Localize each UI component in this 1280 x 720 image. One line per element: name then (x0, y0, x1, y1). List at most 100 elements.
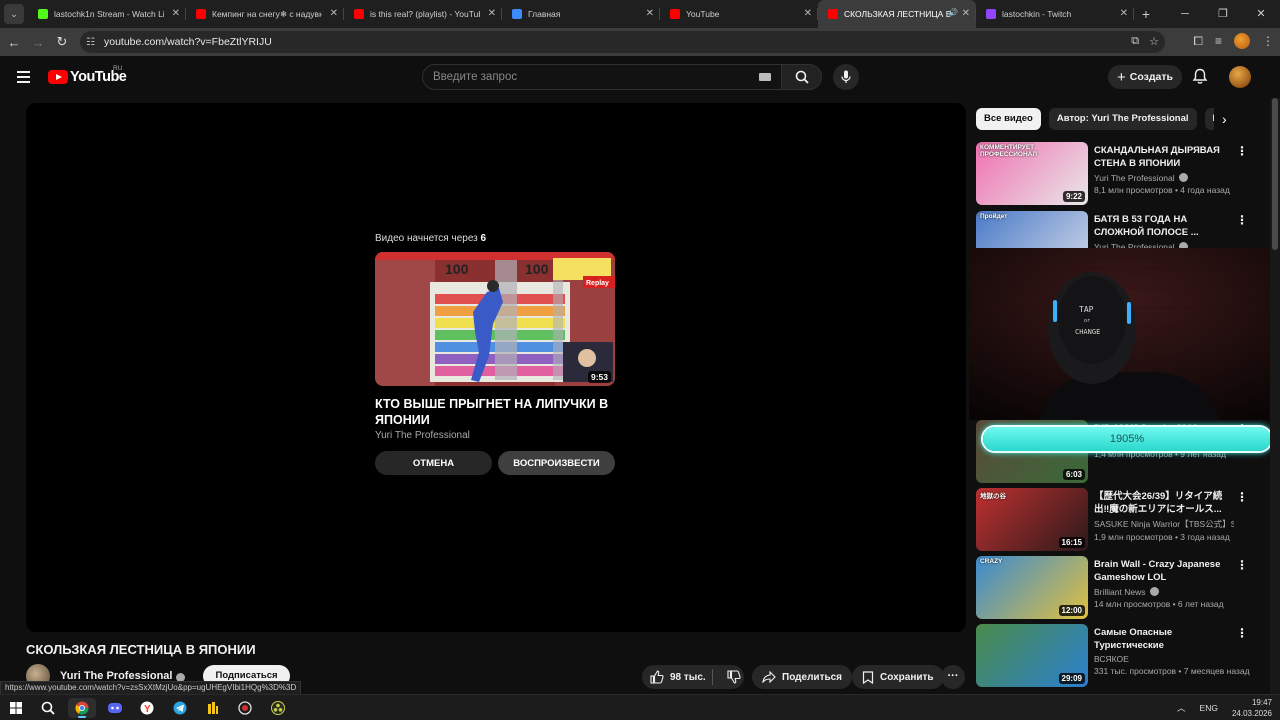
recommended-thumbnail[interactable]: 地獄の谷 16:15 (976, 488, 1088, 551)
menu-icon[interactable] (17, 71, 30, 86)
progress-percent: 1905% (1109, 433, 1145, 445)
next-video-duration: 9:53 (587, 371, 611, 383)
search-input[interactable] (433, 71, 733, 83)
video-duration: 29:09 (1058, 673, 1085, 684)
recommended-title[interactable]: 【歴代大会26/39】リタイア続出‼魔の新エリアにオールス... (1094, 490, 1234, 516)
forward-icon[interactable]: → (26, 35, 50, 50)
restore-icon[interactable]: ❐ (1204, 0, 1242, 28)
search-icon (41, 701, 55, 715)
taskbar-yandex-browser[interactable]: Y (133, 698, 161, 718)
profile-avatar[interactable] (1234, 33, 1250, 49)
more-options-icon[interactable]: ⋮ (1236, 490, 1248, 504)
browser-menu-icon[interactable]: ⋮ (1262, 34, 1274, 48)
tab-search-button[interactable]: ⌄ (4, 4, 24, 24)
dislike-button[interactable] (713, 670, 741, 684)
recommended-thumbnail[interactable]: CRAZY 12:00 (976, 556, 1088, 619)
taskbar-app-yellow[interactable] (199, 698, 227, 718)
voice-search-button[interactable] (833, 64, 859, 90)
language-indicator[interactable]: ENG (1200, 703, 1218, 713)
browser-tab[interactable]: СКОЛЬЗКАЯ ЛЕСТНИЦА В 🔊 ✕ (818, 0, 976, 28)
tab-close-icon[interactable]: ✕ (1120, 8, 1128, 20)
chevron-right-icon[interactable]: › (1222, 111, 1227, 127)
browser-tab[interactable]: YouTube ✕ (660, 0, 818, 28)
browser-tab[interactable]: lastochk1n Stream - Watch Live ✕ (28, 0, 186, 28)
minimize-icon[interactable]: ─ (1166, 0, 1204, 28)
browser-tab[interactable]: Кемпинг на снегу❄ с надувн ✕ (186, 0, 344, 28)
search-button[interactable] (781, 64, 822, 90)
video-duration: 16:15 (1058, 537, 1085, 548)
browser-tab[interactable]: lastochkin - Twitch ✕ (976, 0, 1134, 28)
folder-bars-icon (208, 702, 218, 714)
microphone-icon (841, 70, 851, 83)
save-button[interactable]: Сохранить (852, 665, 944, 689)
extensions-icon[interactable]: ⧠ (1193, 34, 1203, 49)
install-app-icon[interactable]: ⧉ (1131, 35, 1139, 48)
taskbar-app-red[interactable] (231, 698, 259, 718)
tab-close-icon[interactable]: ✕ (330, 8, 338, 20)
youtube-logo[interactable]: YouTube RU (48, 65, 127, 85)
back-icon[interactable]: ← (2, 35, 26, 50)
more-actions-icon[interactable]: ··· (941, 665, 965, 689)
notifications-bell-icon[interactable] (1192, 68, 1208, 85)
recommended-video[interactable]: 29:09 Самые Опасные Туристические Аттракц… (976, 624, 1266, 688)
tab-close-icon[interactable]: ✕ (488, 8, 496, 20)
account-avatar[interactable] (1229, 66, 1251, 88)
recommended-title[interactable]: Brain Wall - Crazy Japanese Gameshow LOL (1094, 558, 1234, 584)
scrollbar-thumb[interactable] (1272, 98, 1278, 250)
browser-tab[interactable]: Главная ✕ (502, 0, 660, 28)
recommended-title[interactable]: Самые Опасные Туристические Аттракционы.… (1094, 626, 1234, 652)
more-options-icon[interactable]: ⋮ (1236, 626, 1248, 640)
browser-tab[interactable]: is this real? (playlist) - YouTube ✕ (344, 0, 502, 28)
clock[interactable]: 19:47 24.03.2026 (1232, 697, 1272, 719)
windows-taskbar: Y ︿ ENG 19:47 24.03.2026 (0, 694, 1280, 720)
like-button[interactable]: 98 тыс. (642, 670, 706, 684)
tab-audio-icon[interactable]: 🔊 (948, 8, 958, 17)
tray-chevron-icon[interactable]: ︿ (1177, 702, 1186, 714)
recommended-title[interactable]: БАТЯ В 53 ГОДА НА СЛОЖНОЙ ПОЛОСЕ ... (1094, 213, 1234, 239)
media-control-icon[interactable]: ≡ (1215, 34, 1222, 48)
more-options-icon[interactable]: ⋮ (1236, 213, 1248, 227)
bookmark-star-icon[interactable]: ☆ (1149, 35, 1159, 48)
site-info-icon[interactable]: ☷ (86, 37, 104, 48)
thumb-replay-tag: Replay (586, 280, 609, 287)
recommended-video[interactable]: CRAZY 12:00 Brain Wall - Crazy Japanese Ga… (976, 556, 1266, 620)
reload-icon[interactable]: ↻ (50, 34, 74, 50)
recommended-video[interactable]: КОММЕНТИРУЕТ ПРОФЕССИОНАЛ 9:22 СКАНДАЛЬНАЯ… (976, 142, 1266, 206)
next-video-channel: Yuri The Professional (375, 430, 470, 441)
start-button[interactable] (2, 698, 30, 718)
tab-close-icon[interactable]: ✕ (172, 8, 180, 20)
taskbar-chrome[interactable] (68, 698, 96, 718)
recommended-stats: 8,1 млн просмотров • 4 года назад (1094, 185, 1230, 195)
youtube-icon (828, 9, 838, 19)
recommended-title[interactable]: СКАНДАЛЬНАЯ ДЫРЯВАЯ СТЕНА В ЯПОНИИ (1094, 144, 1234, 170)
recommended-thumbnail[interactable]: 29:09 (976, 624, 1088, 687)
chip-related[interactable]: Похожие (1204, 108, 1214, 130)
keyboard-icon[interactable] (759, 73, 771, 81)
taskbar-discord[interactable] (101, 698, 129, 718)
create-button[interactable]: + Создать (1108, 65, 1182, 89)
recommended-thumbnail[interactable]: КОММЕНТИРУЕТ ПРОФЕССИОНАЛ 9:22 (976, 142, 1088, 205)
taskbar-telegram[interactable] (166, 698, 194, 718)
next-video-title[interactable]: КТО ВЫШЕ ПРЫГНЕТ НА ЛИПУЧКИ В ЯПОНИИ (375, 396, 615, 428)
taskbar-search-button[interactable] (34, 698, 62, 718)
page-scrollbar[interactable] (1270, 98, 1280, 694)
video-player[interactable]: Видео начнется через 6 100 100 Replay 9:… (26, 103, 966, 632)
share-button[interactable]: Поделиться (752, 665, 853, 689)
more-options-icon[interactable]: ⋮ (1236, 144, 1248, 158)
tab-close-icon[interactable]: ✕ (646, 8, 654, 20)
close-window-icon[interactable]: ✕ (1242, 0, 1280, 28)
address-bar[interactable]: ☷ youtube.com/watch?v=FbeZtlYRIJU ⧉ ☆ (80, 31, 1165, 53)
recommended-video[interactable]: 地獄の谷 16:15 【歴代大会26/39】リタイア続出‼魔の新エリアにオールス..… (976, 488, 1266, 552)
search-box (422, 64, 782, 90)
play-next-button[interactable]: ВОСПРОИЗВЕСТИ (498, 451, 615, 475)
cancel-autoplay-button[interactable]: ОТМЕНА (375, 451, 492, 475)
next-video-thumbnail[interactable]: 100 100 Replay 9:53 (375, 252, 615, 386)
chip-author[interactable]: Автор: Yuri The Professional (1048, 108, 1197, 130)
yandex-browser-icon: Y (140, 701, 154, 715)
taskbar-obs[interactable] (264, 698, 292, 718)
new-tab-button[interactable]: + (1134, 6, 1158, 22)
chip-all-videos[interactable]: Все видео (976, 108, 1041, 130)
tab-close-icon[interactable]: ✕ (804, 8, 812, 20)
tab-close-icon[interactable]: ✕ (962, 8, 970, 20)
more-options-icon[interactable]: ⋮ (1236, 558, 1248, 572)
